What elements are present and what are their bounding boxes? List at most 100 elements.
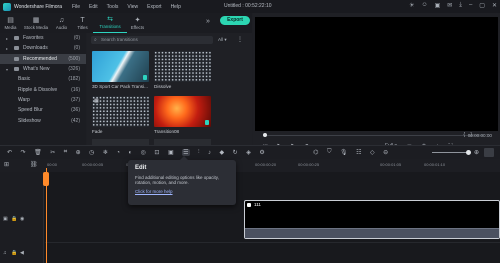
auto-beat-icon[interactable]: ⌬: [313, 149, 318, 156]
stabilize-icon[interactable]: ⊡: [154, 149, 159, 156]
crop-icon[interactable]: ⌗: [64, 149, 67, 156]
transition-thumbnail-transition08[interactable]: [154, 96, 211, 127]
zoom-slider[interactable]: [432, 152, 468, 153]
sidebar-item-recommended[interactable]: Recommended (500): [0, 53, 86, 64]
redo-icon[interactable]: ↷: [21, 149, 26, 156]
tab-titles[interactable]: T Titles: [72, 17, 93, 33]
tab-media[interactable]: ▤ Media: [0, 16, 21, 33]
preview-screen: [255, 17, 498, 131]
menu-edit[interactable]: Edit: [89, 4, 98, 10]
undo-icon[interactable]: ↶: [7, 149, 12, 156]
tab-transitions[interactable]: ⇆ Transitions: [93, 15, 127, 33]
tab-audio[interactable]: ♫ Audio: [51, 17, 72, 33]
menu-tools[interactable]: Tools: [107, 4, 119, 10]
ruler-time: 00:00:01:10: [424, 162, 446, 167]
ruler-time: 00:00:01:05: [380, 162, 402, 167]
keyframe-icon[interactable]: ◆: [220, 149, 225, 156]
video-clip[interactable]: 111: [244, 200, 500, 239]
preview-scrubber[interactable]: [263, 135, 483, 136]
close-icon[interactable]: ✕: [492, 2, 497, 9]
tooltip-help-link[interactable]: Click for more help: [135, 189, 229, 194]
transition-thumbnail-dissolve[interactable]: [154, 51, 211, 82]
download-icon[interactable]: ⤓: [459, 2, 462, 9]
scrubber-knob[interactable]: [263, 133, 267, 137]
transition-label: Dissolve: [154, 84, 172, 89]
zoom-out-icon[interactable]: ⊖: [383, 149, 388, 156]
render-icon[interactable]: ⚙: [259, 149, 264, 156]
speed-icon[interactable]: ◷: [89, 149, 94, 156]
menu-view[interactable]: View: [127, 4, 138, 10]
link-icon[interactable]: ⛓: [30, 161, 38, 168]
save-icon[interactable]: ▣: [435, 2, 441, 9]
sidebar-item-whats-new[interactable]: ▾ What's New (326): [0, 64, 86, 74]
freeze-icon[interactable]: ❄: [103, 149, 108, 156]
tab-stock-media[interactable]: ▦ Stock Media: [21, 16, 51, 33]
bulb-icon[interactable]: ☀: [409, 2, 414, 9]
shield-icon[interactable]: ⛉: [327, 149, 332, 156]
color-icon[interactable]: ◐: [129, 150, 133, 156]
mask-icon[interactable]: ◎: [141, 149, 146, 156]
stock-media-icon: ▦: [32, 17, 40, 24]
preview-panel: { } 00:00:00:00 ⏮ ▶ ▶ ■ Full ▾ ▭ ◉ ♪ ⛶: [253, 13, 500, 149]
maximize-icon[interactable]: ▢: [479, 2, 485, 9]
duration-icon[interactable]: ◔: [116, 150, 120, 156]
sidebar-item-favorites[interactable]: ▸ Favorites (0): [0, 33, 86, 43]
media-icon: ▤: [7, 17, 14, 24]
tab-effects[interactable]: ✦ Effects: [127, 16, 148, 33]
export-button[interactable]: Export: [220, 16, 250, 25]
expand-tabs-icon[interactable]: »: [206, 18, 210, 25]
motion-icon[interactable]: ↻: [233, 149, 238, 156]
preview-timecode: 00:00:00:00: [467, 133, 492, 138]
sidebar-item-slideshow[interactable]: Slideshow (42): [0, 115, 86, 125]
voiceover-icon[interactable]: ☷: [356, 149, 361, 156]
eye-icon[interactable]: ◉: [20, 216, 24, 222]
audio-icon: ♫: [58, 17, 65, 24]
ruler-time: 00:00:00:25: [298, 162, 320, 167]
lock-icon[interactable]: 🔒: [11, 250, 17, 256]
timeline-ruler: ⊞ ⛓ 00:00 00:00:00:05 00:00:00:10 00:00:…: [0, 159, 500, 172]
filter-dropdown[interactable]: All ▾: [218, 37, 227, 43]
chevron-right-icon: ▸: [6, 35, 9, 41]
sidebar-item-ripple-dissolve[interactable]: Ripple & Dissolve (16): [0, 84, 86, 94]
menu-export[interactable]: Export: [147, 4, 161, 10]
mic-icon[interactable]: 🎙: [340, 149, 348, 156]
chevron-down-icon: ▾: [6, 66, 9, 72]
sidebar-item-warp[interactable]: Warp (37): [0, 95, 86, 105]
playhead-handle[interactable]: [43, 172, 49, 186]
zoom-slider-knob[interactable]: [466, 150, 471, 155]
audio-stretch-icon[interactable]: ♪: [208, 150, 211, 156]
transition-thumbnail-3d-sport-car[interactable]: [92, 51, 149, 82]
sidebar-item-speed-blur[interactable]: Speed Blur (36): [0, 105, 86, 115]
search-input[interactable]: ⌕ Search transitions: [91, 36, 213, 44]
search-icon: ⌕: [94, 37, 97, 43]
mark-in-icon[interactable]: {: [463, 132, 465, 138]
delete-icon[interactable]: 🗑: [34, 149, 42, 156]
transitions-icon: ⇆: [107, 16, 113, 23]
more-options-icon[interactable]: ⋮: [237, 36, 243, 43]
transition-thumbnail-fade[interactable]: ▦: [92, 96, 149, 127]
menu-help[interactable]: Help: [171, 4, 181, 10]
split-audio-icon[interactable]: ⫶: [198, 149, 200, 156]
green-screen-icon[interactable]: ▣: [168, 149, 174, 156]
account-icon[interactable]: ☺: [421, 2, 427, 9]
folder-icon: [14, 67, 19, 72]
edit-icon[interactable]: ☰: [182, 149, 190, 156]
menu-file[interactable]: File: [72, 4, 80, 10]
tooltip-description: Find additional editing options like opa…: [135, 175, 219, 186]
sticker-icon[interactable]: ◈: [246, 149, 251, 156]
add-track-icon[interactable]: ⊞: [4, 161, 9, 168]
minimize-icon[interactable]: –: [469, 2, 472, 9]
sidebar-item-basic[interactable]: Basic (182): [0, 74, 86, 84]
cut-icon[interactable]: ✂: [50, 149, 55, 156]
clip-audio-waveform: [245, 228, 499, 238]
marker-icon[interactable]: ◇: [370, 149, 375, 156]
zoom-in-icon[interactable]: ⊕: [474, 149, 479, 156]
lock-icon[interactable]: 🔒: [11, 216, 17, 222]
mute-icon[interactable]: ◀: [20, 250, 24, 256]
mail-icon[interactable]: ✉: [447, 2, 452, 9]
layout-toggle-icon[interactable]: [484, 148, 494, 157]
sidebar-item-downloads[interactable]: ▸ Downloads (0): [0, 43, 86, 53]
zoom-icon[interactable]: ⊕: [76, 149, 81, 156]
effects-icon: ✦: [134, 17, 141, 24]
transitions-browser: ⌕ Search transitions All ▾ ⋮ 3D Sport Car…: [87, 33, 252, 145]
